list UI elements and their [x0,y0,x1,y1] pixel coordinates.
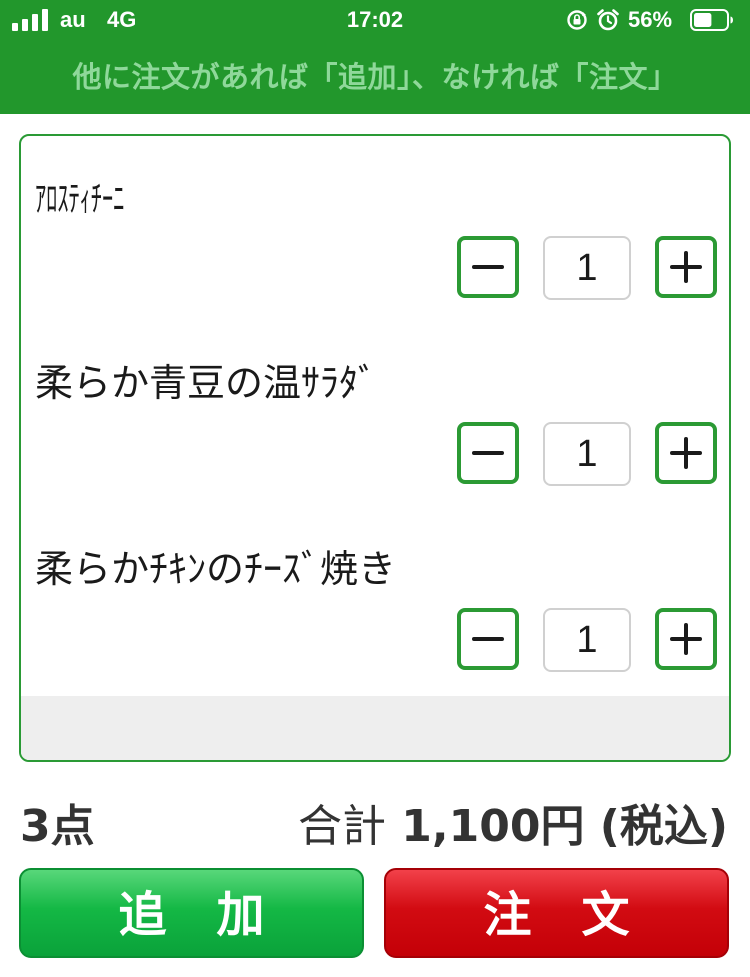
order-item: 柔らかﾁｷﾝのﾁｰｽﾞ焼き 1 [21,508,729,694]
quantity-stepper: 1 [457,236,719,300]
plus-icon [670,623,702,655]
instruction-text: 他に注文があれば「追加」、なければ「注文」 [72,60,678,94]
order-total: 合計 1,100円 (税込) [298,790,728,854]
quantity-stepper: 1 [457,422,719,486]
battery-icon [690,9,733,31]
plus-icon [670,437,702,469]
battery-percent: 56% [628,7,673,32]
minus-icon [472,265,504,269]
card-footer [21,696,729,760]
plus-icon [670,251,702,283]
quantity-value: 1 [543,422,631,486]
status-bar: au 4G 17:02 56% [0,0,750,40]
decrease-quantity-button[interactable] [457,236,519,298]
quantity-value: 1 [543,608,631,672]
item-name: ｱﾛｽﾃｨﾁｰﾆ [35,179,125,220]
increase-quantity-button[interactable] [655,236,717,298]
top-header: au 4G 17:02 56% 他に注文があれば「追加」、なければ「注文」 [0,0,750,114]
add-button[interactable]: 追加 [19,868,364,958]
item-count: 3点 [20,801,95,852]
decrease-quantity-button[interactable] [457,422,519,484]
total-value: 1,100円 (税込) [401,801,728,852]
alarm-icon [597,9,619,31]
order-button[interactable]: 注文 [384,868,729,958]
order-item-list: ｱﾛｽﾃｨﾁｰﾆ 1 柔らか青豆の温ｻﾗﾀﾞ 1 柔らかﾁｷﾝのﾁｰｽﾞ焼き 1 [19,134,731,762]
item-name: 柔らかﾁｷﾝのﾁｰｽﾞ焼き [35,547,397,591]
minus-icon [472,451,504,455]
total-label: 合計 [297,801,386,852]
increase-quantity-button[interactable] [655,608,717,670]
order-item: 柔らか青豆の温ｻﾗﾀﾞ 1 [21,322,729,508]
quantity-stepper: 1 [457,608,719,672]
item-name: 柔らか青豆の温ｻﾗﾀﾞ [35,361,378,405]
minus-icon [472,637,504,641]
decrease-quantity-button[interactable] [457,608,519,670]
rotation-lock-icon [567,10,587,30]
order-item: ｱﾛｽﾃｨﾁｰﾆ 1 [21,136,729,322]
quantity-value: 1 [543,236,631,300]
increase-quantity-button[interactable] [655,422,717,484]
